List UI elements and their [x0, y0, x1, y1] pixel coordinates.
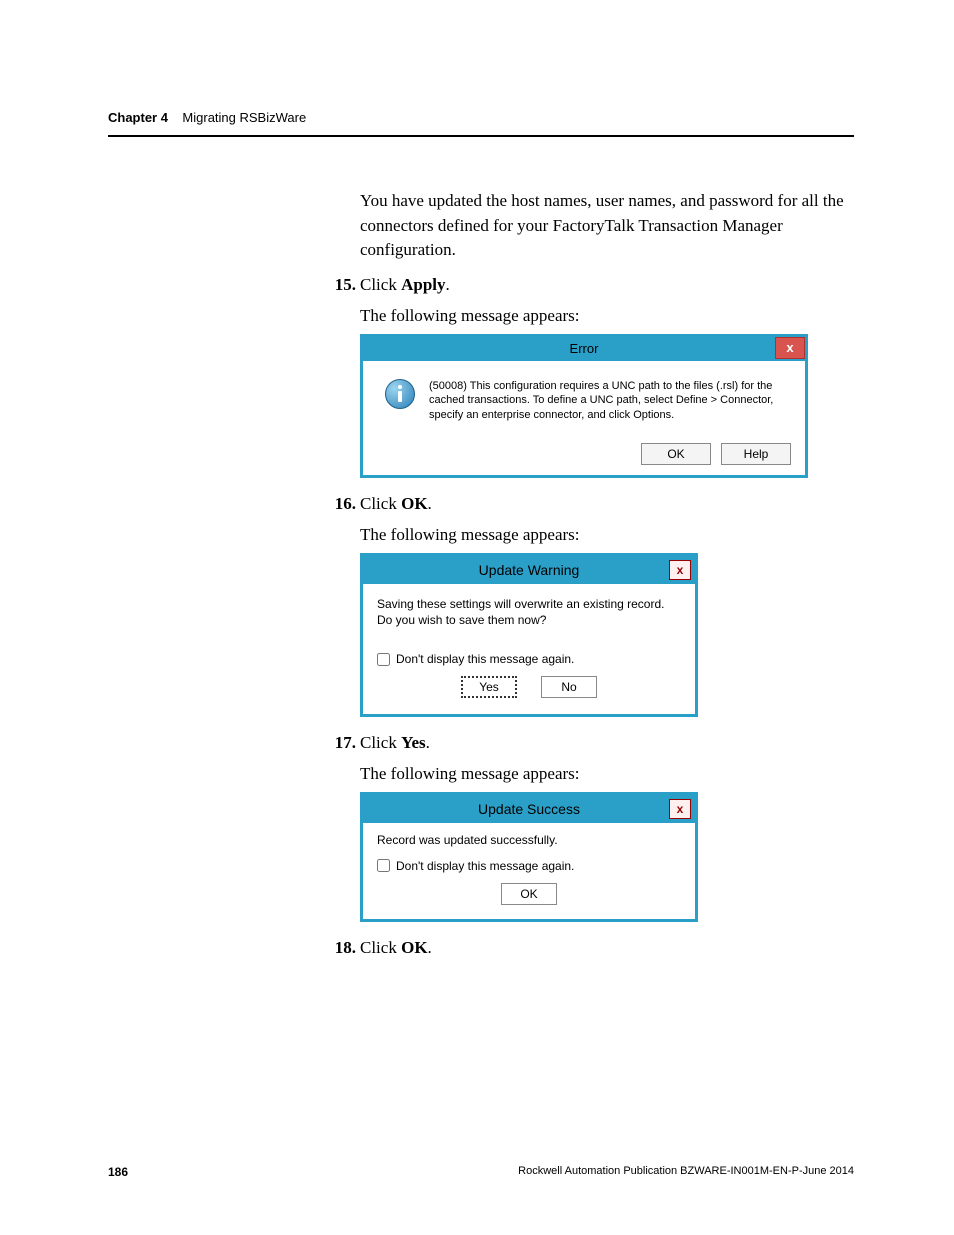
dialog-title: Error: [570, 341, 599, 356]
step-text: Click: [360, 938, 401, 957]
dialog-message: (50008) This configuration requires a UN…: [429, 379, 789, 424]
ok-label: OK: [520, 887, 537, 901]
intro-paragraph: You have updated the host names, user na…: [360, 189, 850, 263]
step-16: 16. Click OK.: [360, 492, 850, 517]
error-dialog: Error x (50008) This configuration requi…: [360, 334, 808, 479]
ok-label: OK: [667, 447, 684, 461]
step-18: 18. Click OK.: [360, 936, 850, 961]
step-action: OK: [401, 938, 427, 957]
no-button[interactable]: No: [541, 676, 597, 698]
step-number: 18.: [322, 936, 356, 961]
page-header: Chapter 4 Migrating RSBizWare: [108, 110, 854, 137]
chapter-title: Migrating RSBizWare: [182, 110, 306, 125]
dialog-titlebar: Update Success x: [363, 795, 695, 823]
dont-display-checkbox[interactable]: [377, 859, 390, 872]
dialog-message: Saving these settings will overwrite an …: [377, 596, 681, 628]
help-label: Help: [744, 447, 769, 461]
info-icon: [385, 379, 415, 409]
close-button[interactable]: x: [669, 799, 691, 819]
dialog-title: Update Warning: [479, 562, 580, 578]
step-number: 17.: [322, 731, 356, 756]
step-number: 15.: [322, 273, 356, 298]
dialog-title: Update Success: [478, 801, 580, 817]
step-suffix: .: [446, 275, 450, 294]
step-suffix: .: [428, 494, 432, 513]
step-text: Click: [360, 494, 401, 513]
step-suffix: .: [428, 938, 432, 957]
yes-button[interactable]: Yes: [461, 676, 517, 698]
ok-button[interactable]: OK: [641, 443, 711, 465]
no-label: No: [561, 680, 576, 694]
update-warning-dialog: Update Warning x Saving these settings w…: [360, 553, 698, 717]
update-success-dialog: Update Success x Record was updated succ…: [360, 792, 698, 922]
step-17: 17. Click Yes.: [360, 731, 850, 756]
step-suffix: .: [426, 733, 430, 752]
step-action: Apply: [401, 275, 445, 294]
chapter-number: Chapter 4: [108, 110, 168, 125]
step-action: Yes: [401, 733, 426, 752]
step-text: Click: [360, 275, 401, 294]
dont-display-row: Don't display this message again.: [377, 859, 681, 873]
step-number: 16.: [322, 492, 356, 517]
page-footer: 186 Rockwell Automation Publication BZWA…: [108, 1165, 854, 1179]
ok-button[interactable]: OK: [501, 883, 557, 905]
yes-label: Yes: [479, 680, 499, 694]
step-17-follow: The following message appears:: [360, 764, 850, 784]
close-button[interactable]: x: [775, 337, 805, 359]
dont-display-label: Don't display this message again.: [396, 652, 574, 666]
step-15-follow: The following message appears:: [360, 306, 850, 326]
close-icon: x: [786, 340, 793, 355]
step-16-follow: The following message appears:: [360, 525, 850, 545]
step-15: 15. Click Apply.: [360, 273, 850, 298]
dialog-message: Record was updated successfully.: [377, 833, 681, 847]
close-icon: x: [677, 802, 684, 816]
close-button[interactable]: x: [669, 560, 691, 580]
dont-display-label: Don't display this message again.: [396, 859, 574, 873]
step-text: Click: [360, 733, 401, 752]
dialog-titlebar: Error x: [363, 337, 805, 361]
publication-info: Rockwell Automation Publication BZWARE-I…: [518, 1165, 854, 1179]
dialog-titlebar: Update Warning x: [363, 556, 695, 584]
dont-display-row: Don't display this message again.: [377, 652, 681, 666]
close-icon: x: [677, 563, 684, 577]
help-button[interactable]: Help: [721, 443, 791, 465]
dont-display-checkbox[interactable]: [377, 653, 390, 666]
step-action: OK: [401, 494, 427, 513]
page-number: 186: [108, 1165, 128, 1179]
